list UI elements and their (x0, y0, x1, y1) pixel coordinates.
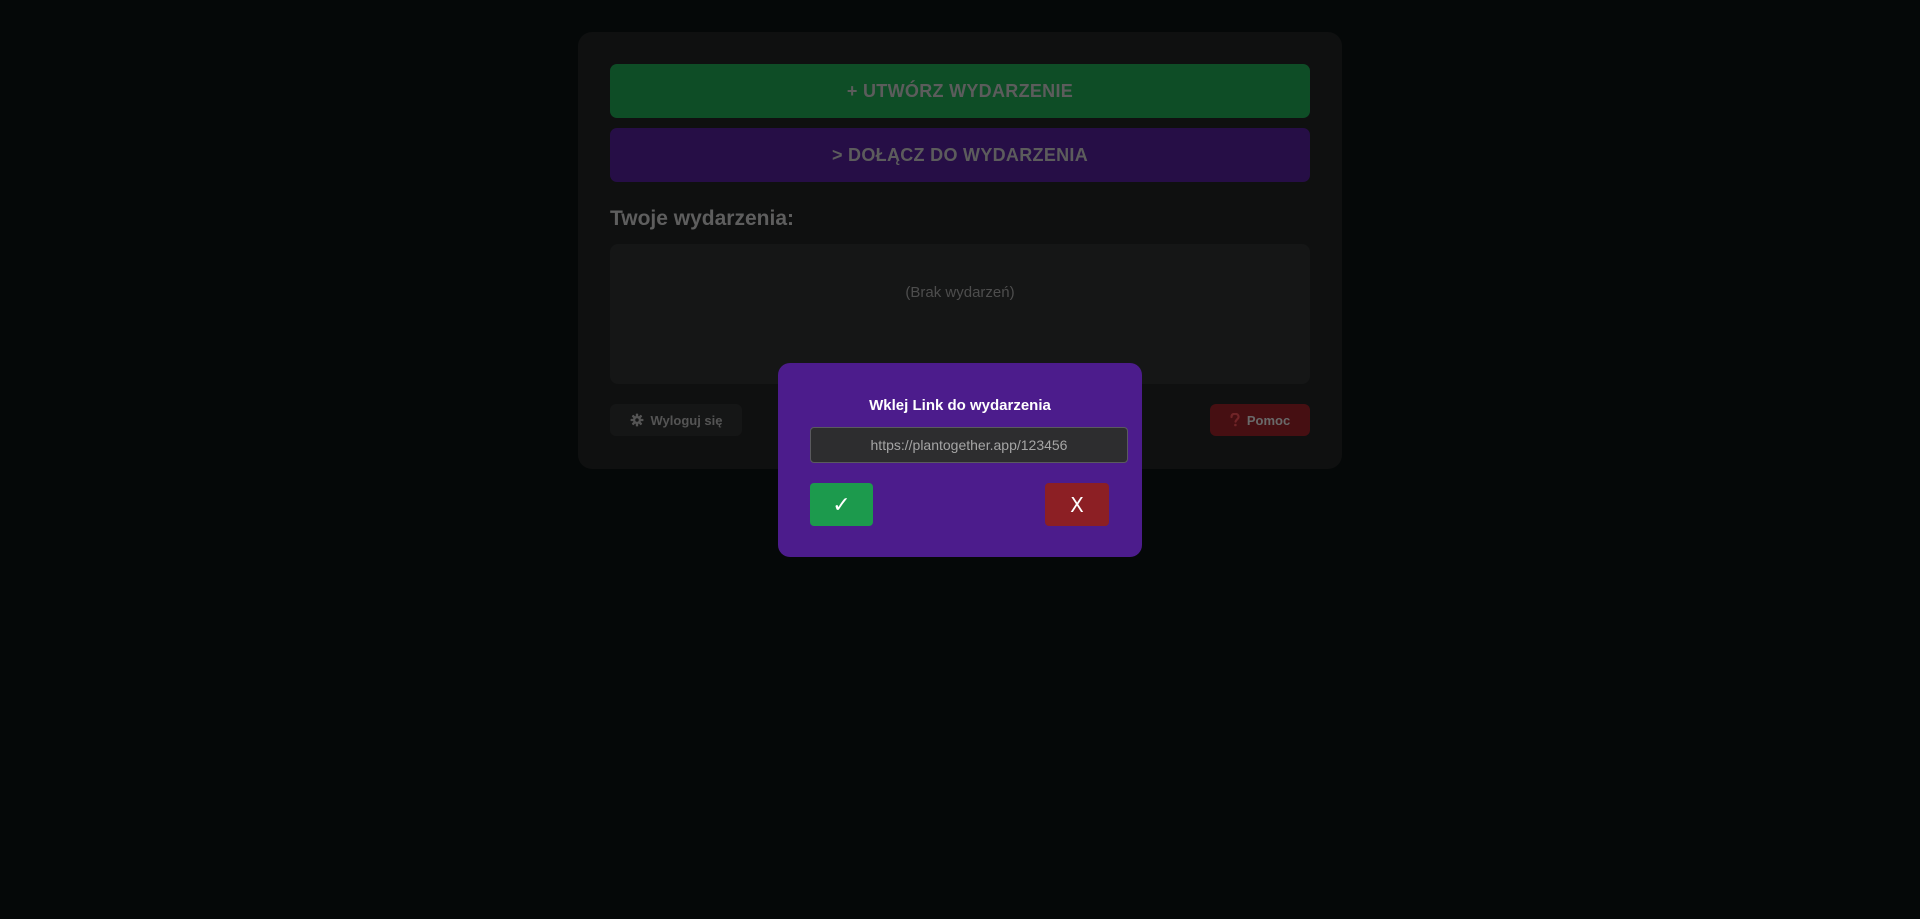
check-icon: ✓ (832, 491, 851, 517)
event-link-input[interactable] (810, 427, 1128, 463)
confirm-button[interactable]: ✓ (810, 483, 873, 526)
cancel-button[interactable]: X (1045, 483, 1109, 526)
join-link-dialog: Wklej Link do wydarzenia ✓ X (778, 363, 1142, 557)
close-icon: X (1070, 492, 1084, 517)
dialog-title: Wklej Link do wydarzenia (869, 397, 1051, 414)
